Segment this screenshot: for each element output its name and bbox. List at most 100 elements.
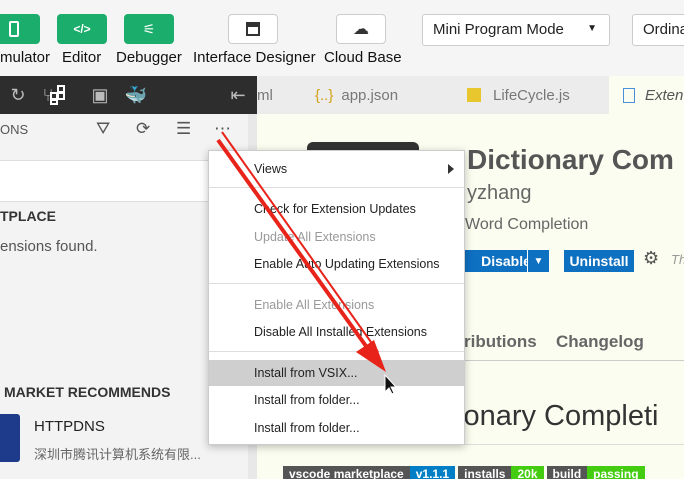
phone-icon xyxy=(9,21,19,37)
cloud-base-button[interactable]: ☁ xyxy=(336,14,386,44)
tab-app-json[interactable]: {..} app.json xyxy=(315,76,455,114)
menu-item-label: Install from folder... xyxy=(254,393,360,407)
compile-mode-value: Ordina xyxy=(643,21,684,38)
debugger-button[interactable]: ⚟ xyxy=(124,14,174,44)
extension-title: Dictionary Com xyxy=(467,144,674,175)
menu-item-install-vsix[interactable]: Install from VSIX... xyxy=(209,360,464,386)
simulator-label: mulator xyxy=(0,49,51,66)
menu-item-label: Enable Auto Updating Extensions xyxy=(254,257,440,271)
marketplace-badge[interactable]: vscode marketplace v1.1.1 xyxy=(283,466,456,479)
layout-icon xyxy=(246,22,260,36)
menu-separator xyxy=(209,351,464,352)
gear-hint: Th xyxy=(671,252,684,267)
tab-lifecycle-js[interactable]: LifeCycle.js xyxy=(467,76,607,114)
readme-divider xyxy=(457,444,684,445)
top-toolbar: mulator </> Editor ⚟ Debugger Interface … xyxy=(0,0,684,76)
filter-icon[interactable]: ⛛ xyxy=(96,119,110,139)
badge-right: passing xyxy=(587,466,645,479)
menu-separator xyxy=(209,283,464,284)
extensions-icon[interactable] xyxy=(48,83,72,107)
tab-changelog[interactable]: Changelog xyxy=(556,332,644,352)
editor-label: Editor xyxy=(62,49,102,66)
caret-down-icon: ▼ xyxy=(533,255,544,267)
refresh-icon[interactable]: ⟳ xyxy=(136,119,150,139)
menu-item-views[interactable]: Views xyxy=(209,156,464,182)
menu-item-label: Disable All Installed Extensions xyxy=(254,325,428,339)
editor-tabs: ml {..} app.json LifeCycle.js Exten xyxy=(257,76,684,114)
readme-heading: ionary Completi xyxy=(457,400,659,432)
uninstall-button[interactable]: Uninstall xyxy=(564,250,634,272)
gear-icon[interactable]: ⚙ xyxy=(643,248,659,269)
menu-item-install-folder-2[interactable]: Install from folder... xyxy=(209,415,464,441)
build-badge[interactable]: build passing xyxy=(546,466,645,479)
debugger-label: Debugger xyxy=(116,49,182,66)
menu-item-label: Update All Extensions xyxy=(254,230,376,244)
extension-author[interactable]: yzhang xyxy=(467,182,532,205)
mode-select[interactable]: Mini Program Mode ▼ xyxy=(422,14,610,46)
badge-right: v1.1.1 xyxy=(409,466,456,479)
tab-contributions[interactable]: ributions xyxy=(464,332,537,352)
storage-icon[interactable]: ▣ xyxy=(88,83,112,107)
more-actions-icon[interactable]: ⋯ xyxy=(214,119,231,139)
extension-description: Word Completion xyxy=(465,216,589,233)
disable-label: Disable xyxy=(481,253,531,269)
tab-label: LifeCycle.js xyxy=(493,86,570,104)
extension-logo xyxy=(307,142,419,150)
mode-select-value: Mini Program Mode xyxy=(433,21,564,38)
docker-icon[interactable]: 🐳 xyxy=(124,83,148,107)
recommends-heading[interactable]: MARKET RECOMMENDS xyxy=(4,384,170,400)
httpdns-logo-icon xyxy=(0,414,20,462)
interface-designer-label: Interface Designer xyxy=(193,49,316,66)
tab-extension[interactable]: Exten xyxy=(609,76,684,114)
recommend-name: HTTPDNS xyxy=(34,418,105,435)
tab-label: app.json xyxy=(341,86,399,104)
menu-item-disable-all[interactable]: Disable All Installed Extensions xyxy=(209,319,464,345)
collapse-panel-icon[interactable]: ⇤ xyxy=(226,83,250,107)
json-icon: {..} xyxy=(315,86,334,104)
cloud-base-label: Cloud Base xyxy=(324,49,402,66)
menu-item-label: Check for Extension Updates xyxy=(254,202,416,216)
sidebar-header: ONS ⛛ ⟳ ☰ ⋯ xyxy=(0,114,248,144)
menu-separator xyxy=(209,187,464,188)
readme-badges: vscode marketplace v1.1.1 installs 20k b… xyxy=(283,466,645,479)
uninstall-label: Uninstall xyxy=(569,253,629,269)
submenu-arrow-icon xyxy=(448,164,454,174)
badge-left: installs xyxy=(458,466,512,479)
editor-button[interactable]: </> xyxy=(57,14,107,44)
activity-bar: ↻ ⑂ ▣ 🐳 ⇤ xyxy=(0,76,257,114)
interface-designer-button[interactable] xyxy=(228,14,278,44)
menu-item-update-all[interactable]: Update All Extensions xyxy=(209,224,464,250)
clear-icon[interactable]: ☰ xyxy=(176,119,191,139)
menu-item-enable-all[interactable]: Enable All Extensions xyxy=(209,292,464,318)
menu-item-enable-auto-update[interactable]: Enable Auto Updating Extensions xyxy=(209,251,464,277)
file-icon xyxy=(623,87,635,103)
marketplace-heading[interactable]: TPLACE xyxy=(0,208,56,224)
menu-item-label: Views xyxy=(254,162,288,176)
js-file-icon xyxy=(467,88,481,102)
recommend-description: 深圳市腾讯计算机系统有限... xyxy=(34,447,201,462)
badge-left: build xyxy=(546,466,588,479)
badge-right: 20k xyxy=(511,466,544,479)
cloud-icon: ☁ xyxy=(353,21,369,38)
debug-icon[interactable]: ↻ xyxy=(6,83,30,107)
installs-badge[interactable]: installs 20k xyxy=(458,466,544,479)
simulator-button[interactable] xyxy=(0,14,40,44)
menu-item-label: Install from VSIX... xyxy=(254,366,358,380)
badge-left: vscode marketplace xyxy=(283,466,410,479)
tab-label: ml xyxy=(257,86,273,104)
menu-item-label: Install from folder... xyxy=(254,421,360,435)
caret-down-icon: ▼ xyxy=(587,23,597,34)
tab-ml[interactable]: ml xyxy=(257,76,307,114)
compile-mode-select[interactable]: Ordina xyxy=(632,14,684,46)
sidebar-title: ONS xyxy=(0,122,29,137)
disable-dropdown-button[interactable]: ▼ xyxy=(527,250,549,272)
sliders-icon: ⚟ xyxy=(142,20,156,37)
more-actions-menu: Views Check for Extension Updates Update… xyxy=(208,150,465,445)
tab-label: Exten xyxy=(645,86,684,104)
no-extensions-message: ensions found. xyxy=(0,238,98,255)
menu-item-label: Enable All Extensions xyxy=(254,298,375,312)
menu-item-install-folder[interactable]: Install from folder... xyxy=(209,387,464,413)
menu-item-check-updates[interactable]: Check for Extension Updates xyxy=(209,196,464,222)
code-icon: </> xyxy=(73,22,91,36)
tabs-divider xyxy=(457,360,684,361)
